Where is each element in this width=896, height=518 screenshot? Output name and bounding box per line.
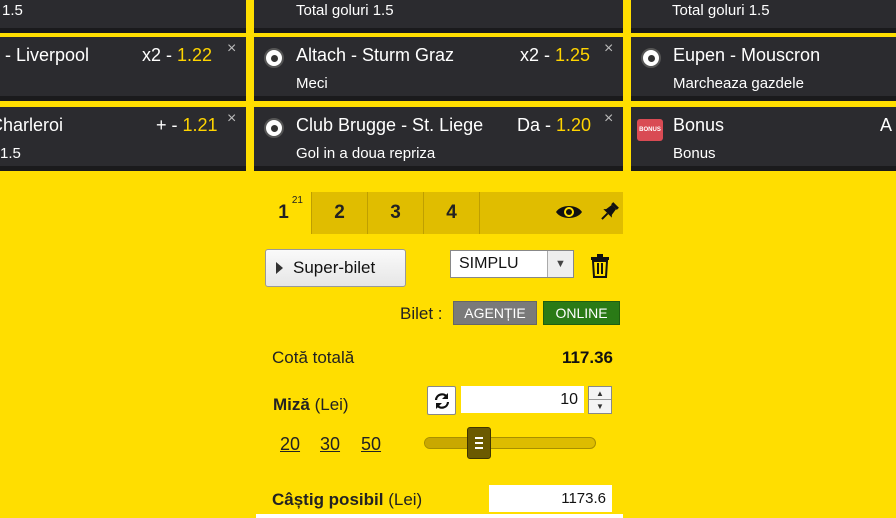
bet-odds-value: 1.20 [556,115,592,135]
bet-odds: x2 - 1.22 [142,45,212,66]
bet-card[interactable]: BONUS Bonus Bonus A [631,107,896,171]
chevron-down-icon: ▼ [547,251,573,277]
stake-slider-thumb[interactable] [466,427,491,459]
football-icon [264,48,284,68]
tab-ticket-2[interactable]: 2 [312,192,368,234]
bet-odds-prefix: x2 - [142,45,178,65]
close-icon[interactable]: × [227,40,236,58]
agentie-button[interactable]: AGENȚIE [453,301,537,325]
ticket-type-select[interactable]: SIMPLU ▼ [450,250,574,278]
bilet-label: Bilet : [400,304,443,323]
tab-label: 1 [278,202,289,223]
stepper-down-icon[interactable]: ▼ [589,400,611,413]
bet-card[interactable]: Total goluri 1.5 [631,0,896,33]
tab-label: 3 [390,202,401,223]
tab-label: 4 [446,202,457,223]
bet-market: Marcheaza gazdele [673,75,804,92]
bet-card[interactable]: Altach - Sturm Graz Meci x2 - 1.25 × [254,37,623,101]
tab-ticket-1[interactable]: 1 21 [256,192,312,234]
ticket-type-value: SIMPLU [459,255,519,272]
bet-card[interactable]: Charleroi 1.5 + - 1.21 × [0,107,246,171]
refresh-icon [434,392,449,409]
bet-market: 1.5 [2,2,23,19]
stake-input[interactable] [461,386,584,413]
bet-match: Club Brugge - St. Liege [296,115,484,135]
bet-odds-prefix: + - [156,115,183,135]
bet-market: Gol in a doua repriza [296,145,436,162]
bet-match: Altach - Sturm Graz [296,45,455,65]
tab-ticket-4[interactable]: 4 [424,192,480,234]
stake-label: Miză (Lei) [273,395,349,415]
bet-market: Total goluri 1.5 [672,2,770,19]
stake-slider-track[interactable] [424,437,596,449]
divider [256,514,623,518]
quick-amount-30[interactable]: 30 [320,434,340,455]
close-icon[interactable]: × [604,40,613,58]
close-icon[interactable]: × [604,110,613,128]
bet-card[interactable]: Club Brugge - St. Liege Gol in a doua re… [254,107,623,171]
thumb-grip [474,437,483,439]
bet-odds: Da - 1.20 [517,115,591,136]
bet-odds-prefix: x2 - [520,45,556,65]
close-icon[interactable]: × [227,110,236,128]
eye-icon[interactable] [555,203,583,221]
bet-odds-value: 1.21 [182,115,218,135]
stepper-up-icon[interactable]: ▲ [589,387,611,400]
tab-badge: 21 [291,195,303,206]
possible-win-label: Câștig posibil (Lei) [272,490,422,510]
super-bilet-button[interactable]: Super-bilet [265,249,406,287]
bet-card[interactable]: Eupen - Mouscron Marcheaza gazdele [631,37,896,101]
quick-amount-20[interactable]: 20 [280,434,300,455]
bet-card[interactable]: Total goluri 1.5 [254,0,623,33]
trash-icon[interactable] [589,254,611,278]
bet-market: 1.5 [0,145,21,162]
thumb-grip [474,442,483,444]
possible-win-label-text: Câștig posibil [272,490,384,509]
quick-amount-50[interactable]: 50 [361,434,381,455]
pin-icon[interactable] [598,201,620,223]
football-icon [264,118,284,138]
possible-win-value: 1173.6 [489,485,612,512]
stake-stepper[interactable]: ▲ ▼ [588,386,612,414]
refresh-button[interactable] [427,386,456,415]
bet-odds-prefix: A [880,115,893,135]
stake-currency: (Lei) [314,395,349,414]
football-icon [641,48,661,68]
bet-match: Bonus [673,115,725,135]
online-button[interactable]: ONLINE [543,301,620,325]
tab-ticket-3[interactable]: 3 [368,192,424,234]
super-bilet-label: Super-bilet [293,258,376,277]
bet-market: Meci [296,75,328,92]
bet-match: n - Liverpool [0,45,90,65]
bet-match: Eupen - Mouscron [673,45,821,65]
bet-odds-value: 1.25 [555,45,591,65]
bet-odds: + - 1.21 [156,115,218,136]
bet-card[interactable]: n - Liverpool x2 - 1.22 × [0,37,246,101]
bet-market: Total goluri 1.5 [296,2,394,19]
tab-label: 2 [334,202,345,223]
bet-market: Bonus [673,145,716,162]
bet-odds-prefix: Da - [517,115,557,135]
bet-odds-value: 1.22 [177,45,213,65]
bet-match: Charleroi [0,115,64,135]
bonus-icon: BONUS [637,119,663,141]
possible-win-currency: (Lei) [388,490,423,509]
total-odds-value: 117.36 [561,348,613,367]
stake-label-text: Miză [273,395,310,414]
total-odds-label: Cotă totală [272,348,355,367]
bet-odds: x2 - 1.25 [520,45,590,66]
thumb-grip [474,447,483,449]
bet-card[interactable]: 1.5 [0,0,246,33]
play-icon [276,262,283,274]
